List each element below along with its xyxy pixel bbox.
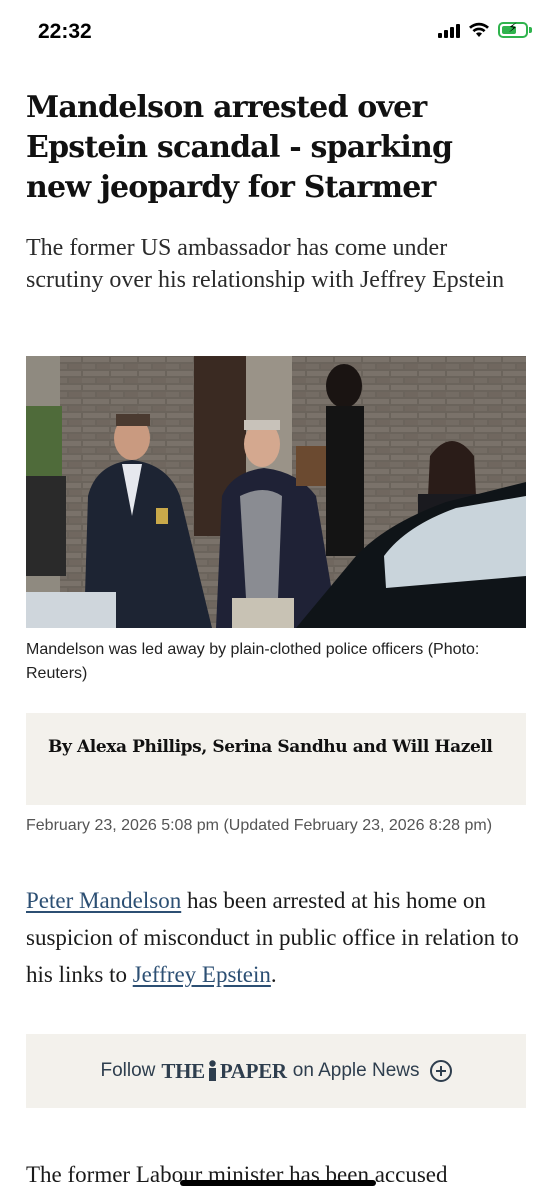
- body-paragraph-2: The former Labour minister has been accu…: [26, 1162, 448, 1187]
- follow-apple-news-button[interactable]: Follow THE PAPER on Apple News: [26, 1034, 526, 1108]
- home-indicator[interactable]: [180, 1180, 376, 1186]
- i-logo-icon: [208, 1060, 216, 1081]
- battery-charging-icon: ⚡: [498, 21, 528, 38]
- status-bar: 22:32 ⚡: [0, 0, 554, 66]
- byline-box: By Alexa Phillips, Serina Sandhu and Wil…: [26, 713, 526, 805]
- article-headline: Mandelson arrested over Epstein scandal …: [26, 90, 453, 205]
- peter-mandelson-link[interactable]: Peter Mandelson: [26, 888, 181, 913]
- status-time: 22:32: [38, 20, 92, 43]
- byline: By Alexa Phillips, Serina Sandhu and Wil…: [48, 737, 493, 757]
- the-i-paper-logo: THE PAPER: [161, 1058, 287, 1083]
- article-photo: [26, 356, 526, 628]
- article-standfirst: The former US ambassador has come under …: [26, 235, 505, 293]
- jeffrey-epstein-link[interactable]: Jeffrey Epstein: [133, 962, 271, 987]
- cellular-signal-icon: [438, 22, 460, 38]
- follow-prefix: Follow: [100, 1060, 156, 1081]
- wifi-icon: [469, 22, 489, 37]
- follow-suffix: on Apple News: [292, 1060, 420, 1081]
- photo-caption: Mandelson was led away by plain-clothed …: [26, 641, 480, 682]
- dateline: February 23, 2026 5:08 pm (Updated Febru…: [26, 817, 493, 834]
- body-text-end: .: [270, 962, 277, 987]
- photo-illustration: [26, 356, 526, 628]
- body-paragraph: Peter Mandelson has been arrested at his…: [26, 882, 530, 993]
- battery-nub: [529, 27, 532, 33]
- status-icons: ⚡: [438, 21, 532, 38]
- plus-circle-icon: [429, 1060, 452, 1082]
